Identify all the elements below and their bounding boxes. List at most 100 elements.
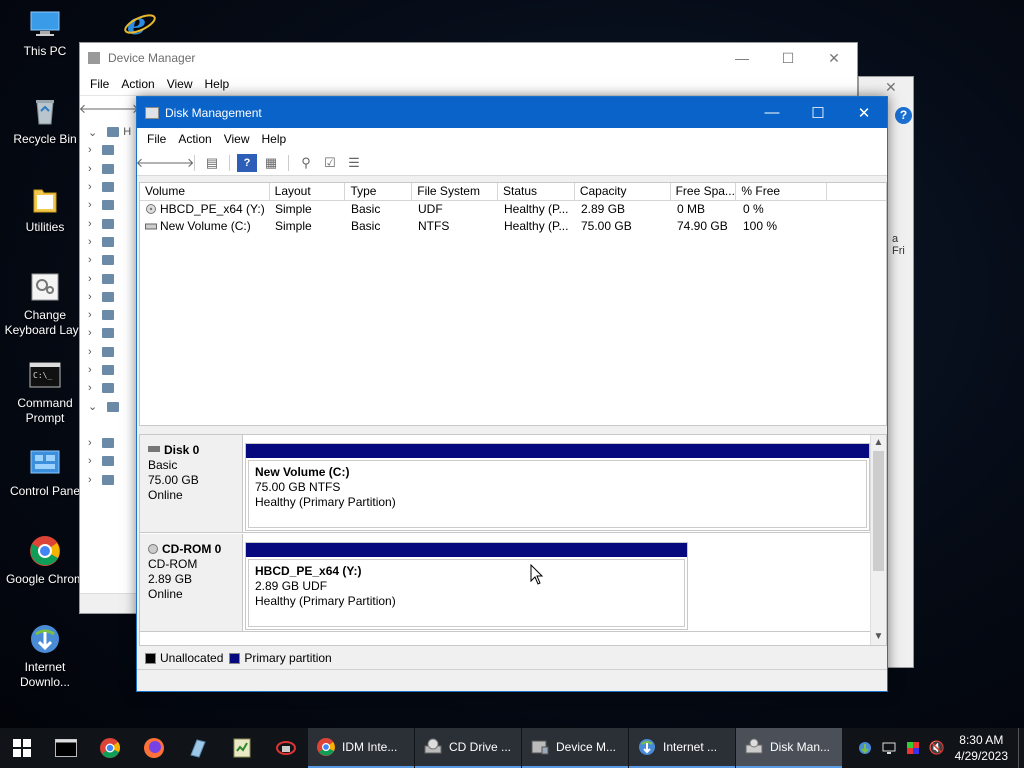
close-icon[interactable]: ✕ [885,79,897,96]
vertical-scrollbar[interactable]: ▲ ▼ [870,435,886,645]
properties-icon[interactable]: ▦ [261,154,281,172]
show-hide-console-tree-icon[interactable]: ▤ [202,154,222,172]
desktop-icon-change-keyboard-layout[interactable]: Change Keyboard Layo [0,270,90,338]
expand-chevron-icon[interactable]: › [88,455,92,467]
expand-chevron-icon[interactable]: › [88,144,92,156]
volume-muted-icon[interactable]: 🔇 [925,740,949,756]
checklist-icon[interactable]: ☑ [320,154,340,172]
maximize-button[interactable]: ☐ [765,50,811,67]
disk-info[interactable]: Disk 0 Basic 75.00 GB Online [140,435,243,532]
tree-item[interactable]: › [80,178,138,196]
tree-item[interactable]: › [80,452,138,470]
start-button[interactable] [0,728,44,768]
desktop-icon-recycle-bin[interactable]: Recycle Bin [0,94,90,147]
menu-action[interactable]: Action [172,132,217,146]
display-settings-icon[interactable] [901,740,925,756]
maximize-button[interactable]: ☐ [795,97,841,128]
column-header-layout[interactable]: Layout [270,183,346,200]
expand-chevron-icon[interactable]: › [88,474,92,486]
tree-item[interactable]: › [80,288,138,306]
tree-item[interactable]: › [80,233,138,251]
column-header-free-space[interactable]: Free Spa... [671,183,737,200]
column-header-type[interactable]: Type [345,183,413,200]
column-header-status[interactable]: Status [498,183,575,200]
taskbar-pinned-app[interactable] [176,728,220,768]
taskbar-pinned-app[interactable] [264,728,308,768]
forward-arrow-icon[interactable]: 🡒 [160,154,195,172]
tree-item[interactable]: › [80,251,138,269]
expand-chevron-icon[interactable]: › [88,163,92,175]
expand-chevron-icon[interactable]: ⌄ [88,400,97,413]
expand-chevron-icon[interactable]: › [88,273,92,285]
tree-item[interactable]: › [80,471,138,489]
expand-chevron-icon[interactable]: › [88,309,92,321]
tree-item[interactable]: › [80,324,138,342]
tree-item[interactable]: ⌄ [80,397,138,415]
disk-info[interactable]: CD-ROM 0 CD-ROM 2.89 GB Online [140,534,243,631]
tree-item[interactable]: › [80,343,138,361]
scroll-down-icon[interactable]: ▼ [871,629,886,645]
expand-chevron-icon[interactable]: › [88,437,92,449]
tree-item[interactable]: › [80,434,138,452]
expand-chevron-icon[interactable]: › [88,327,92,339]
expand-chevron-icon[interactable]: › [88,181,92,193]
desktop-icon-google-chrome[interactable]: Google Chrom [0,534,90,587]
taskbar-pinned-command-prompt[interactable] [44,728,88,768]
title-bar[interactable]: Device Manager — ☐ ✕ [80,43,857,73]
scrollbar-thumb[interactable] [873,451,884,571]
network-icon[interactable] [877,740,901,756]
expand-chevron-icon[interactable]: › [88,254,92,266]
expand-chevron-icon[interactable]: › [88,199,92,211]
close-button[interactable]: ✕ [841,97,887,128]
taskbar-pinned-app[interactable] [220,728,264,768]
tree-item[interactable]: › [80,214,138,232]
desktop-icon-command-prompt[interactable]: C:\_ Command Prompt [0,358,90,426]
connect-icon[interactable]: ⚲ [296,154,316,172]
idm-tray-icon[interactable] [853,740,877,756]
expand-chevron-icon[interactable]: › [88,382,92,394]
show-desktop-button[interactable] [1018,728,1024,768]
disk-management-window[interactable]: Disk Management — ☐ ✕ File Action View H… [136,96,888,692]
tree-root[interactable]: ⌄ H [80,123,138,141]
menu-file[interactable]: File [141,132,172,146]
taskbar-app-internet-download-manager[interactable]: Internet ... [629,728,735,768]
minimize-button[interactable]: — [749,97,795,128]
tree-item[interactable]: › [80,269,138,287]
back-arrow-icon[interactable]: 🡐 [79,100,114,118]
column-header-volume[interactable]: Volume [140,183,270,200]
partition-block[interactable]: New Volume (C:) 75.00 GB NTFS Healthy (P… [245,443,870,531]
table-row[interactable]: HBCD_PE_x64 (Y:) Simple Basic UDF Health… [140,201,886,218]
column-header-percent-free[interactable]: % Free [736,183,828,200]
clock[interactable]: 8:30 AM 4/29/2023 [955,732,1008,764]
menu-view[interactable]: View [161,77,199,91]
list-view-icon[interactable]: ☰ [344,154,364,172]
collapse-chevron-icon[interactable]: ⌄ [88,126,97,139]
menu-help[interactable]: Help [199,77,236,91]
tree-item[interactable]: › [80,379,138,397]
desktop-icon-internet-download-manager[interactable]: Internet Downlo... [0,622,90,690]
tree-item[interactable]: › [80,196,138,214]
close-button[interactable]: ✕ [811,50,857,67]
menu-help[interactable]: Help [256,132,293,146]
expand-chevron-icon[interactable]: › [88,218,92,230]
help-icon[interactable]: ? [895,107,912,124]
minimize-button[interactable]: — [719,50,765,67]
menu-action[interactable]: Action [115,77,160,91]
forward-arrow-icon[interactable]: 🡒 [105,100,140,118]
title-bar[interactable]: Disk Management — ☐ ✕ [137,97,887,128]
column-header-file-system[interactable]: File System [412,183,499,200]
expand-chevron-icon[interactable]: › [88,236,92,248]
expand-chevron-icon[interactable]: › [88,291,92,303]
expand-chevron-icon[interactable]: › [88,364,92,376]
desktop-icon-internet-explorer[interactable]: e [95,6,185,44]
menu-file[interactable]: File [84,77,115,91]
desktop-icon-utilities[interactable]: Utilities [0,182,90,235]
taskbar-app-disk-management[interactable]: Disk Man... [736,728,842,768]
taskbar-app-cd-drive[interactable]: CD Drive ... [415,728,521,768]
table-row[interactable]: New Volume (C:) Simple Basic NTFS Health… [140,218,886,235]
scroll-up-icon[interactable]: ▲ [871,435,886,451]
tree-item[interactable]: › [80,361,138,379]
column-header-capacity[interactable]: Capacity [575,183,671,200]
tree-item[interactable]: › [80,160,138,178]
taskbar-app-idm[interactable]: IDM Inte... [308,728,414,768]
